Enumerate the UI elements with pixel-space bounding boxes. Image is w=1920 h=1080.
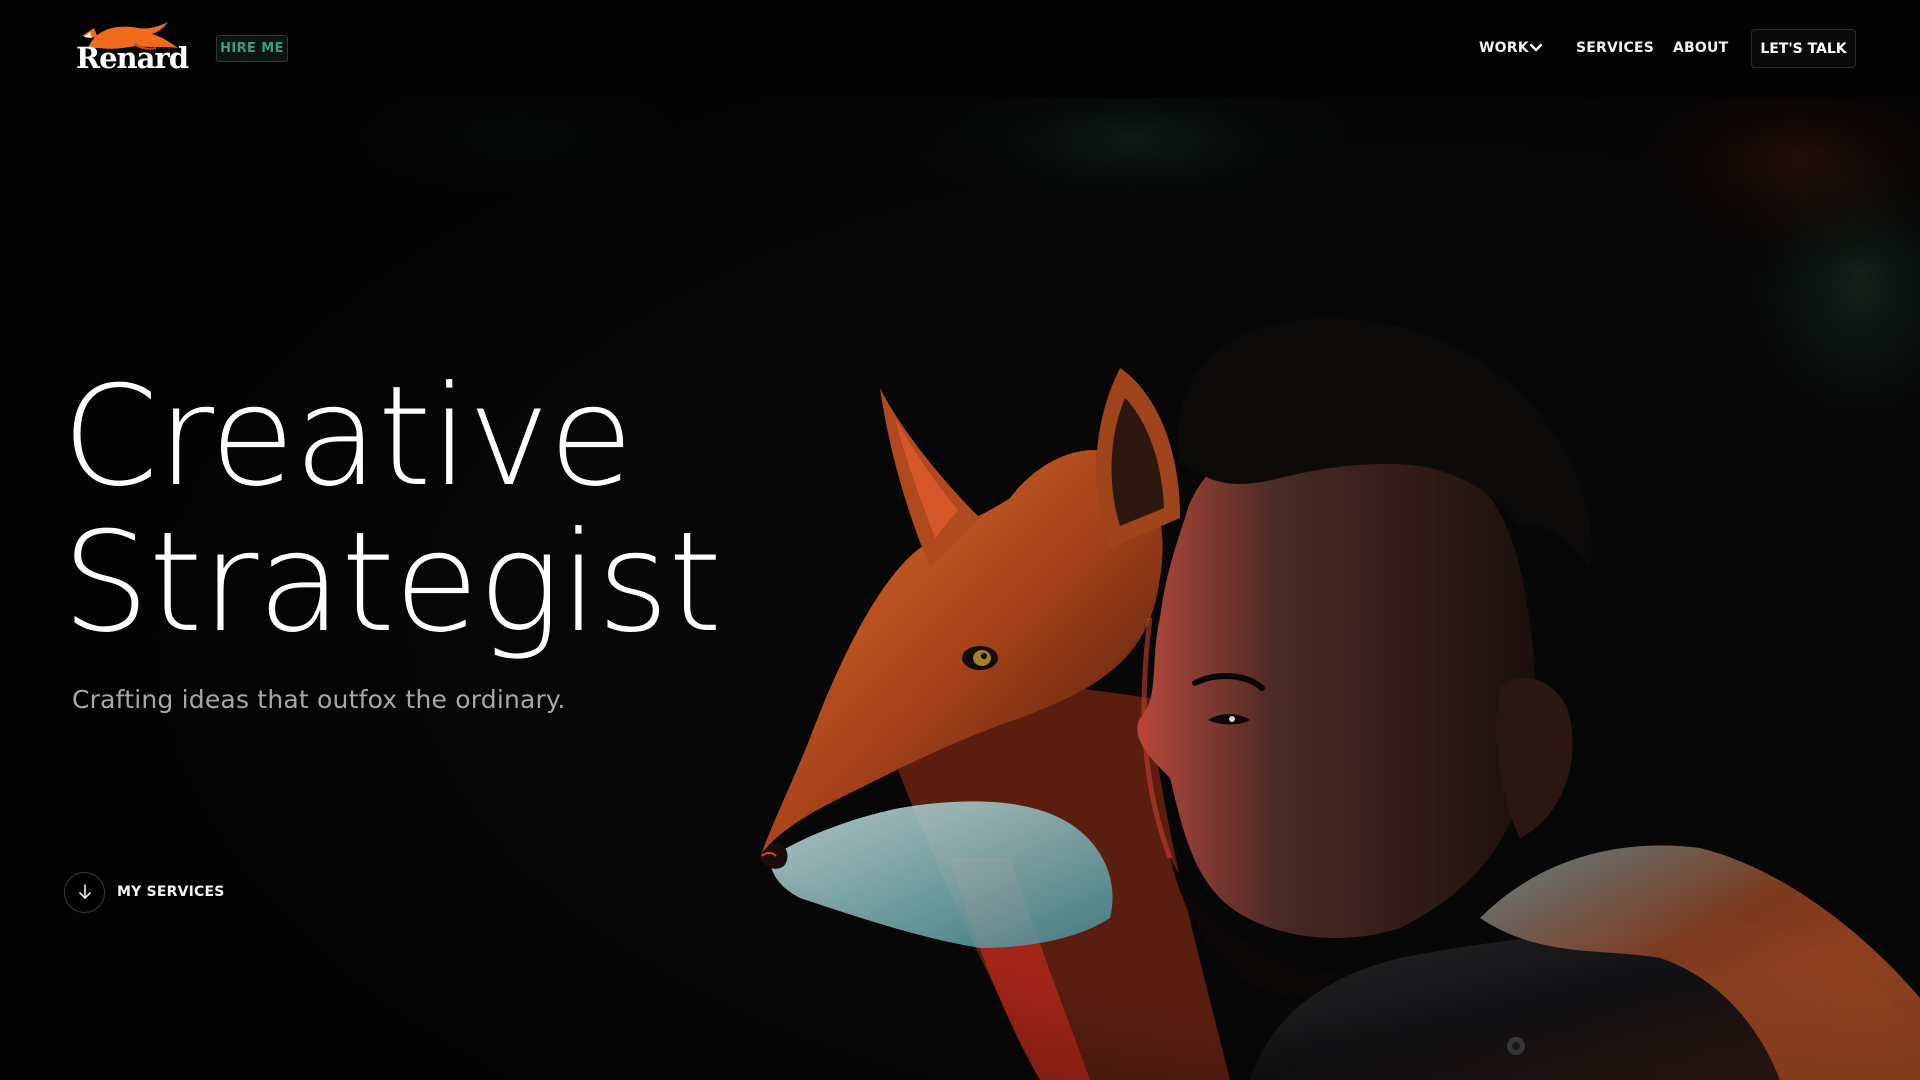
nav-item-services[interactable]: SERVICES (1576, 40, 1654, 56)
main-nav: WORK SERVICES ABOUT (0, 0, 1920, 98)
nav-item-work[interactable]: WORK (1479, 40, 1529, 56)
my-services-label[interactable]: MY SERVICES (117, 884, 225, 900)
hero-section: Creative Strategist Crafting ideas that … (0, 98, 1920, 1080)
headline-line-1: Creative (62, 356, 634, 517)
chevron-down-icon[interactable] (1529, 42, 1543, 54)
lets-talk-button[interactable]: LET'S TALK (1751, 29, 1856, 68)
my-services-link[interactable]: MY SERVICES (64, 871, 225, 913)
hero-tagline: Crafting ideas that outfox the ordinary. (72, 685, 566, 714)
nav-item-about[interactable]: ABOUT (1673, 40, 1728, 56)
hero-headline: Creative Strategist (62, 356, 722, 663)
scroll-circle[interactable] (64, 871, 105, 913)
top-navbar: Renard HIRE ME WORK SERVICES ABOUT LET'S… (0, 0, 1920, 98)
headline-line-2: Strategist (62, 502, 722, 663)
arrow-down-icon (78, 884, 91, 899)
